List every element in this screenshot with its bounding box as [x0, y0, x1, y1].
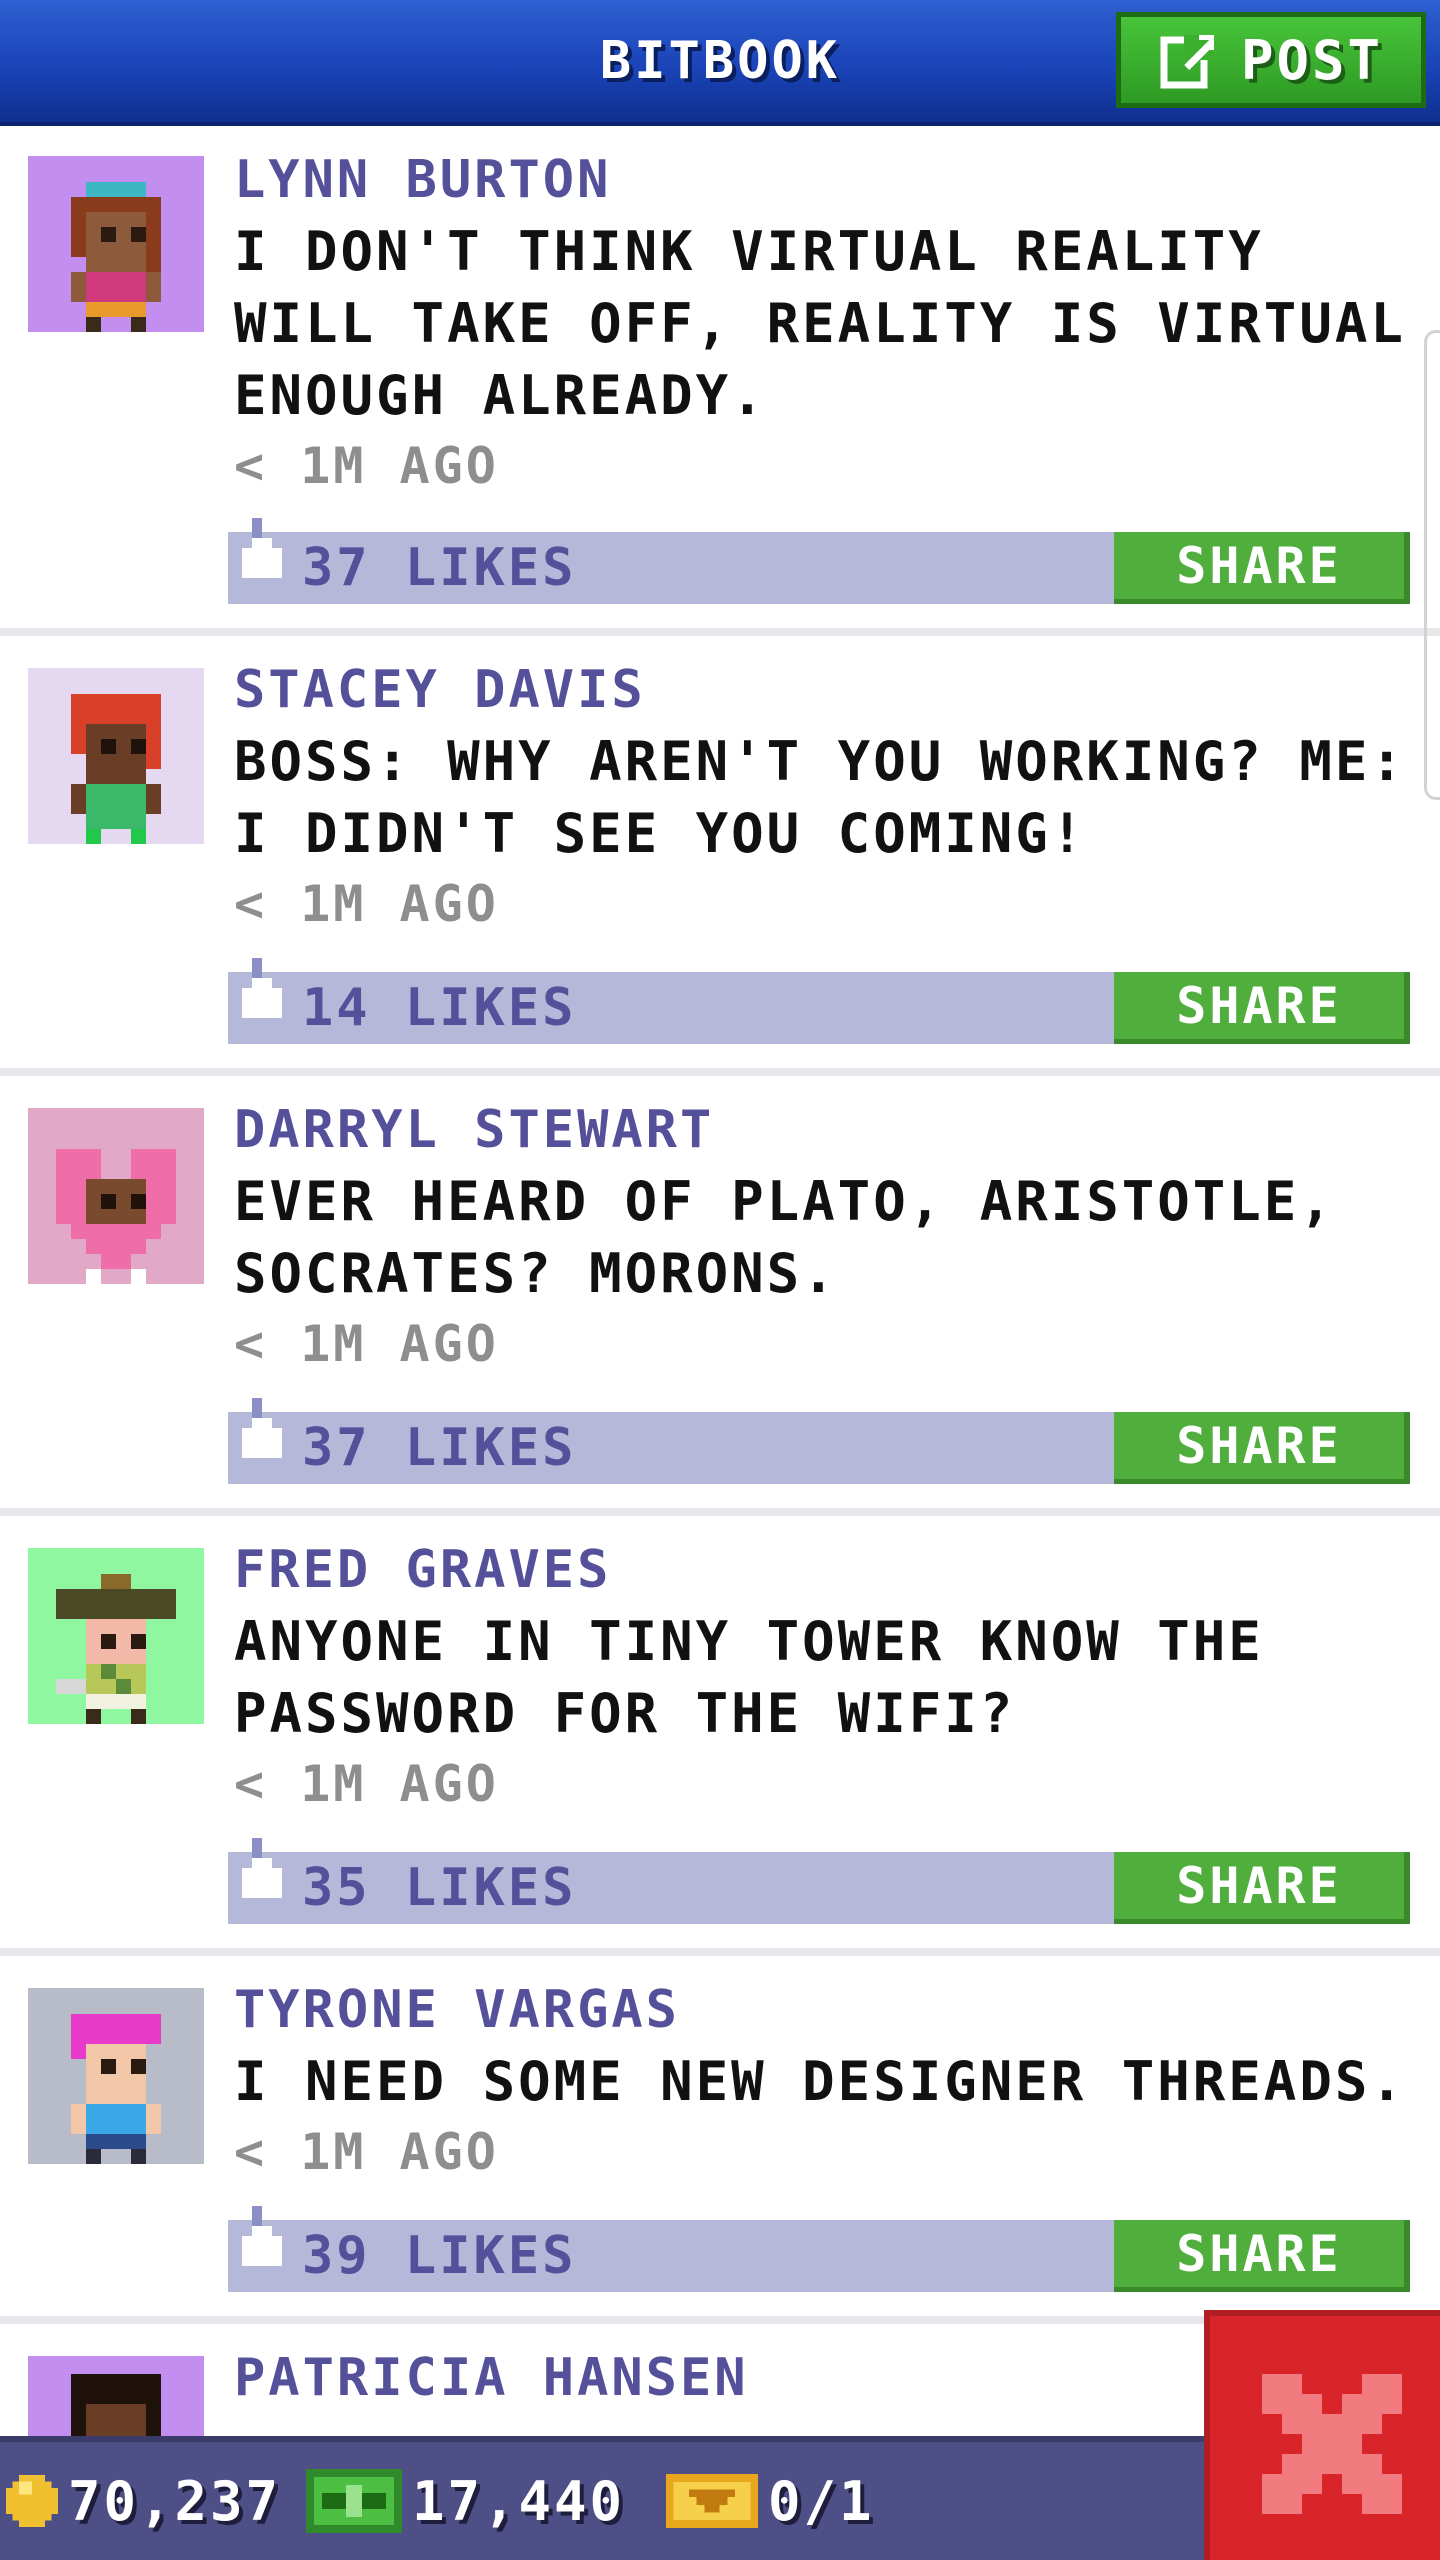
coins-stat: 70,237	[6, 2442, 281, 2560]
scrollbar[interactable]	[1424, 330, 1440, 800]
likes-count: 37 LIKES	[302, 1418, 577, 1478]
post-author: DARRYL STEWART	[234, 1100, 715, 1160]
bux-stat: 17,440	[306, 2442, 625, 2560]
post-button-label: POST	[1240, 28, 1384, 92]
avatar	[28, 1548, 204, 1724]
post-author: FRED GRAVES	[234, 1540, 612, 1600]
post-author: PATRICIA HANSEN	[234, 2348, 749, 2408]
tickets-stat: 0/1	[666, 2442, 875, 2560]
post-item: FRED GRAVES ANYONE IN TINY TOWER KNOW TH…	[0, 1516, 1440, 1956]
thumb-up-icon[interactable]	[242, 958, 282, 1028]
post-timestamp: < 1M AGO	[234, 1315, 499, 1373]
post-author: STACEY DAVIS	[234, 660, 646, 720]
thumb-up-icon[interactable]	[242, 518, 282, 588]
post-timestamp: < 1M AGO	[234, 2123, 499, 2181]
post-message: BOSS: WHY AREN'T YOU WORKING? ME: I DIDN…	[234, 730, 1406, 865]
likes-count: 37 LIKES	[302, 538, 577, 598]
post-item: STACEY DAVIS BOSS: WHY AREN'T YOU WORKIN…	[0, 636, 1440, 1076]
close-icon	[1262, 2374, 1402, 2514]
post-item: DARRYL STEWART EVER HEARD OF PLATO, ARIS…	[0, 1076, 1440, 1516]
post-timestamp: < 1M AGO	[234, 875, 499, 933]
thumb-up-icon[interactable]	[242, 1838, 282, 1908]
avatar	[28, 1988, 204, 2164]
post-message: ANYONE IN TINY TOWER KNOW THE PASSWORD F…	[234, 1610, 1264, 1745]
likes-bar: 35 LIKES SHARE	[228, 1838, 1410, 1924]
share-button[interactable]: SHARE	[1114, 1412, 1410, 1484]
post-timestamp: < 1M AGO	[234, 437, 499, 495]
post-item: LYNN BURTON I DON'T THINK VIRTUAL REALIT…	[0, 126, 1440, 636]
avatar	[28, 156, 204, 332]
post-button[interactable]: POST	[1116, 12, 1426, 108]
likes-bar: 39 LIKES SHARE	[228, 2206, 1410, 2292]
header-bar: BITBOOK POST	[0, 0, 1440, 126]
post-message: EVER HEARD OF PLATO, ARISTOTLE, SOCRATES…	[234, 1170, 1335, 1305]
avatar	[28, 2356, 204, 2436]
tickets-count: 0/1	[768, 2469, 875, 2533]
bux-icon	[306, 2469, 402, 2533]
close-button[interactable]	[1204, 2310, 1440, 2560]
likes-count: 39 LIKES	[302, 2226, 577, 2286]
post-message: I DON'T THINK VIRTUAL REALITY WILL TAKE …	[234, 220, 1406, 427]
likes-bar: 37 LIKES SHARE	[228, 518, 1410, 604]
likes-bar: 14 LIKES SHARE	[228, 958, 1410, 1044]
post-author: TYRONE VARGAS	[234, 1980, 680, 2040]
post-item: TYRONE VARGAS I NEED SOME NEW DESIGNER T…	[0, 1956, 1440, 2324]
share-button[interactable]: SHARE	[1114, 1852, 1410, 1924]
likes-count: 14 LIKES	[302, 978, 577, 1038]
share-button[interactable]: SHARE	[1114, 2220, 1410, 2292]
post-message: I NEED SOME NEW DESIGNER THREADS.	[234, 2050, 1406, 2113]
avatar	[28, 668, 204, 844]
thumb-up-icon[interactable]	[242, 2206, 282, 2276]
bux-count: 17,440	[412, 2469, 626, 2533]
thumb-up-icon[interactable]	[242, 1398, 282, 1468]
post-author: LYNN BURTON	[234, 150, 612, 210]
share-button[interactable]: SHARE	[1114, 532, 1410, 604]
ticket-icon	[666, 2474, 758, 2528]
edit-icon	[1160, 35, 1214, 89]
post-timestamp: < 1M AGO	[234, 1755, 499, 1813]
likes-bar: 37 LIKES SHARE	[228, 1398, 1410, 1484]
avatar	[28, 1108, 204, 1284]
coin-icon	[6, 2475, 58, 2527]
share-button[interactable]: SHARE	[1114, 972, 1410, 1044]
likes-count: 35 LIKES	[302, 1858, 577, 1918]
coins-count: 70,237	[68, 2469, 282, 2533]
